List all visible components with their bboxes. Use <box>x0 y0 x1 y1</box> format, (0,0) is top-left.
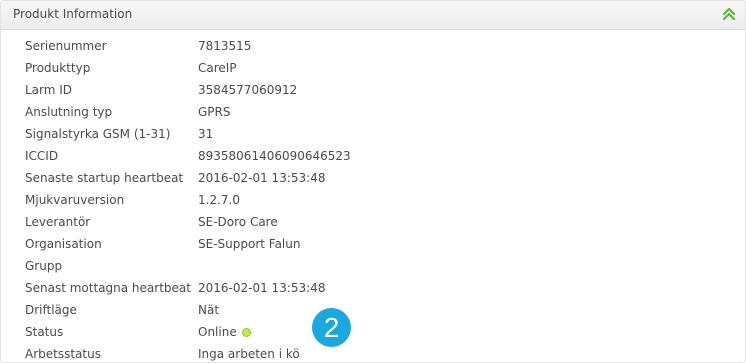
row-serienummer: Serienummer 7813515 <box>1 37 745 59</box>
row-label: Mjukvaruversion <box>25 193 125 207</box>
status-dot-icon <box>241 328 251 337</box>
row-anslutning-typ: Anslutning typ GPRS <box>1 103 745 125</box>
row-label: Larm ID <box>25 83 73 97</box>
row-value: 2016-02-01 13:53:48 <box>198 171 326 185</box>
row-label: Serienummer <box>25 39 107 53</box>
row-value: Inga arbeten i kö <box>198 347 300 361</box>
row-value: 3584577060912 <box>198 83 298 97</box>
row-value: SE-Support Falun <box>198 237 301 251</box>
panel-header: Produkt Information <box>1 1 745 30</box>
row-arbetsstatus: Arbetsstatus Inga arbeten i kö <box>1 345 745 362</box>
row-produkttyp: Produkttyp CareIP <box>1 59 745 81</box>
row-driftlage: Driftläge Nät <box>1 301 745 323</box>
row-value: SE-Doro Care <box>198 215 278 229</box>
row-senaste-startup-heartbeat: Senaste startup heartbeat 2016-02-01 13:… <box>1 169 745 191</box>
status-value: Online <box>198 325 251 339</box>
row-label: Senaste startup heartbeat <box>25 171 184 185</box>
row-value: Nät <box>198 303 220 317</box>
row-label: Leverantör <box>25 215 91 229</box>
row-value: GPRS <box>198 105 231 119</box>
row-mjukvaruversion: Mjukvaruversion 1.2.7.0 <box>1 191 745 213</box>
row-label: Grupp <box>25 259 63 273</box>
row-label: Signalstyrka GSM (1-31) <box>25 127 171 141</box>
row-signalstyrka: Signalstyrka GSM (1-31) 31 <box>1 125 745 147</box>
status-text: Online <box>198 325 237 339</box>
row-organisation: Organisation SE-Support Falun <box>1 235 745 257</box>
row-label: Produkttyp <box>25 61 91 75</box>
row-value: 31 <box>198 127 214 141</box>
row-label: Organisation <box>25 237 102 251</box>
row-label: Arbetsstatus <box>25 347 101 361</box>
row-value: 1.2.7.0 <box>198 193 240 207</box>
row-value: 7813515 <box>198 39 252 53</box>
row-leverantor: Leverantör SE-Doro Care <box>1 213 745 235</box>
row-larm-id: Larm ID 3584577060912 <box>1 81 745 103</box>
row-label: ICCID <box>25 149 59 163</box>
info-rows: Serienummer 7813515 Produkttyp CareIP La… <box>1 37 745 362</box>
product-information-panel: Produkt Information Serienummer 7813515 … <box>0 0 746 363</box>
double-chevron-up-icon[interactable] <box>721 6 737 22</box>
row-label: Driftläge <box>25 303 77 317</box>
row-iccid: ICCID 89358061406090646523 <box>1 147 745 169</box>
row-label: Anslutning typ <box>25 105 113 119</box>
row-label: Status <box>25 325 64 339</box>
callout-number-badge: 2 <box>312 308 351 347</box>
row-grupp: Grupp <box>1 257 745 279</box>
row-senast-mottagna-heartbeat: Senast mottagna heartbeat 2016-02-01 13:… <box>1 279 745 301</box>
row-label: Senast mottagna heartbeat <box>25 281 191 295</box>
row-value: 2016-02-01 13:53:48 <box>198 281 326 295</box>
row-value: CareIP <box>198 61 237 75</box>
row-value: 89358061406090646523 <box>198 149 351 163</box>
row-status: Status Online <box>1 323 745 345</box>
panel-title: Produkt Information <box>13 7 133 21</box>
